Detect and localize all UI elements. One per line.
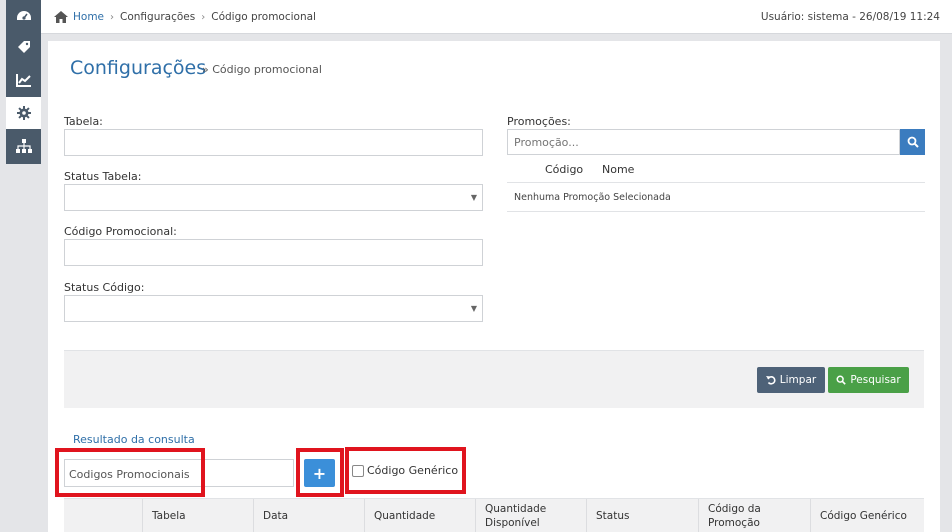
gear-icon [16,106,31,120]
results-col-select [64,499,142,532]
page-subtitle: » Código promocional [202,63,322,76]
results-title[interactable]: Resultado da consulta [73,433,195,446]
breadcrumb-separator-icon: › [110,11,115,23]
pesquisar-button[interactable]: Pesquisar [828,367,909,393]
sidebar-item-reports[interactable] [6,64,41,96]
status-tabela-label: Status Tabela: [64,170,142,183]
breadcrumb-home-link[interactable]: Home [73,11,104,23]
highlight-box-codes [55,448,205,497]
user-info: Usuário: sistema - 26/08/19 11:24 [760,11,940,23]
page-title: Configurações [70,57,207,79]
status-tabela-select[interactable]: ▼ [64,184,483,211]
search-icon [836,375,847,385]
main-content: Configurações » Código promocional Tabel… [48,41,940,532]
action-panel: Limpar Pesquisar [64,350,924,408]
promocoes-search-group [507,129,925,155]
sidebar-item-dashboard[interactable] [6,0,41,32]
highlight-box-generic [345,447,466,494]
breadcrumb-configuracoes[interactable]: Configurações [120,11,195,23]
sidebar-item-structure[interactable] [6,130,41,162]
promocoes-empty-text: Nenhuma Promoção Selecionada [514,192,671,203]
codigo-promocional-label: Código Promocional: [64,225,177,238]
sitemap-icon [15,139,32,153]
results-table-header: Tabela Data Quantidade Quantidade Dispon… [64,498,924,532]
results-col-codigo-generico[interactable]: Código Genérico [810,499,924,532]
sidebar-item-settings[interactable] [6,97,41,129]
status-codigo-label: Status Código: [64,281,145,294]
home-icon[interactable] [54,11,68,23]
top-bar: Home › Configurações › Código promociona… [41,0,952,34]
pesquisar-label: Pesquisar [850,374,901,386]
chart-icon [15,74,31,87]
results-col-quantidade-disponivel[interactable]: Quantidade Disponível [475,499,586,532]
tabela-label: Tabela: [64,115,103,128]
results-col-tabela[interactable]: Tabela [142,499,253,532]
status-codigo-select[interactable]: ▼ [64,295,483,322]
sidebar-menu [6,0,41,164]
breadcrumb-separator-icon: › [201,11,206,23]
sidebar [0,0,41,532]
codigo-promocional-input[interactable] [64,239,483,266]
results-col-status[interactable]: Status [586,499,698,532]
search-icon [907,136,919,148]
results-col-quantidade[interactable]: Quantidade [364,499,475,532]
highlight-box-add [296,448,344,497]
promocoes-table-header: Código Nome [507,161,925,183]
undo-icon [765,376,776,385]
results-col-codigo-promocao[interactable]: Código da Promoção [698,499,810,532]
chevron-down-icon: ▼ [470,193,477,202]
promocoes-empty-row: Nenhuma Promoção Selecionada [507,184,925,212]
promocao-search-input[interactable] [507,129,900,155]
breadcrumb: Home › Configurações › Código promociona… [54,11,316,23]
tag-icon [17,41,30,53]
limpar-label: Limpar [779,374,817,386]
limpar-button[interactable]: Limpar [757,367,825,393]
promocao-search-button[interactable] [900,129,925,155]
promocoes-col-codigo: Código [545,163,584,176]
results-col-data[interactable]: Data [253,499,364,532]
dashboard-icon [16,11,31,20]
breadcrumb-current: Código promocional [211,11,316,23]
tabela-input[interactable] [64,129,483,156]
promocoes-col-nome: Nome [602,163,635,176]
sidebar-item-tags[interactable] [6,32,41,64]
promocoes-label: Promoções: [507,115,571,128]
chevron-down-icon: ▼ [470,304,477,313]
